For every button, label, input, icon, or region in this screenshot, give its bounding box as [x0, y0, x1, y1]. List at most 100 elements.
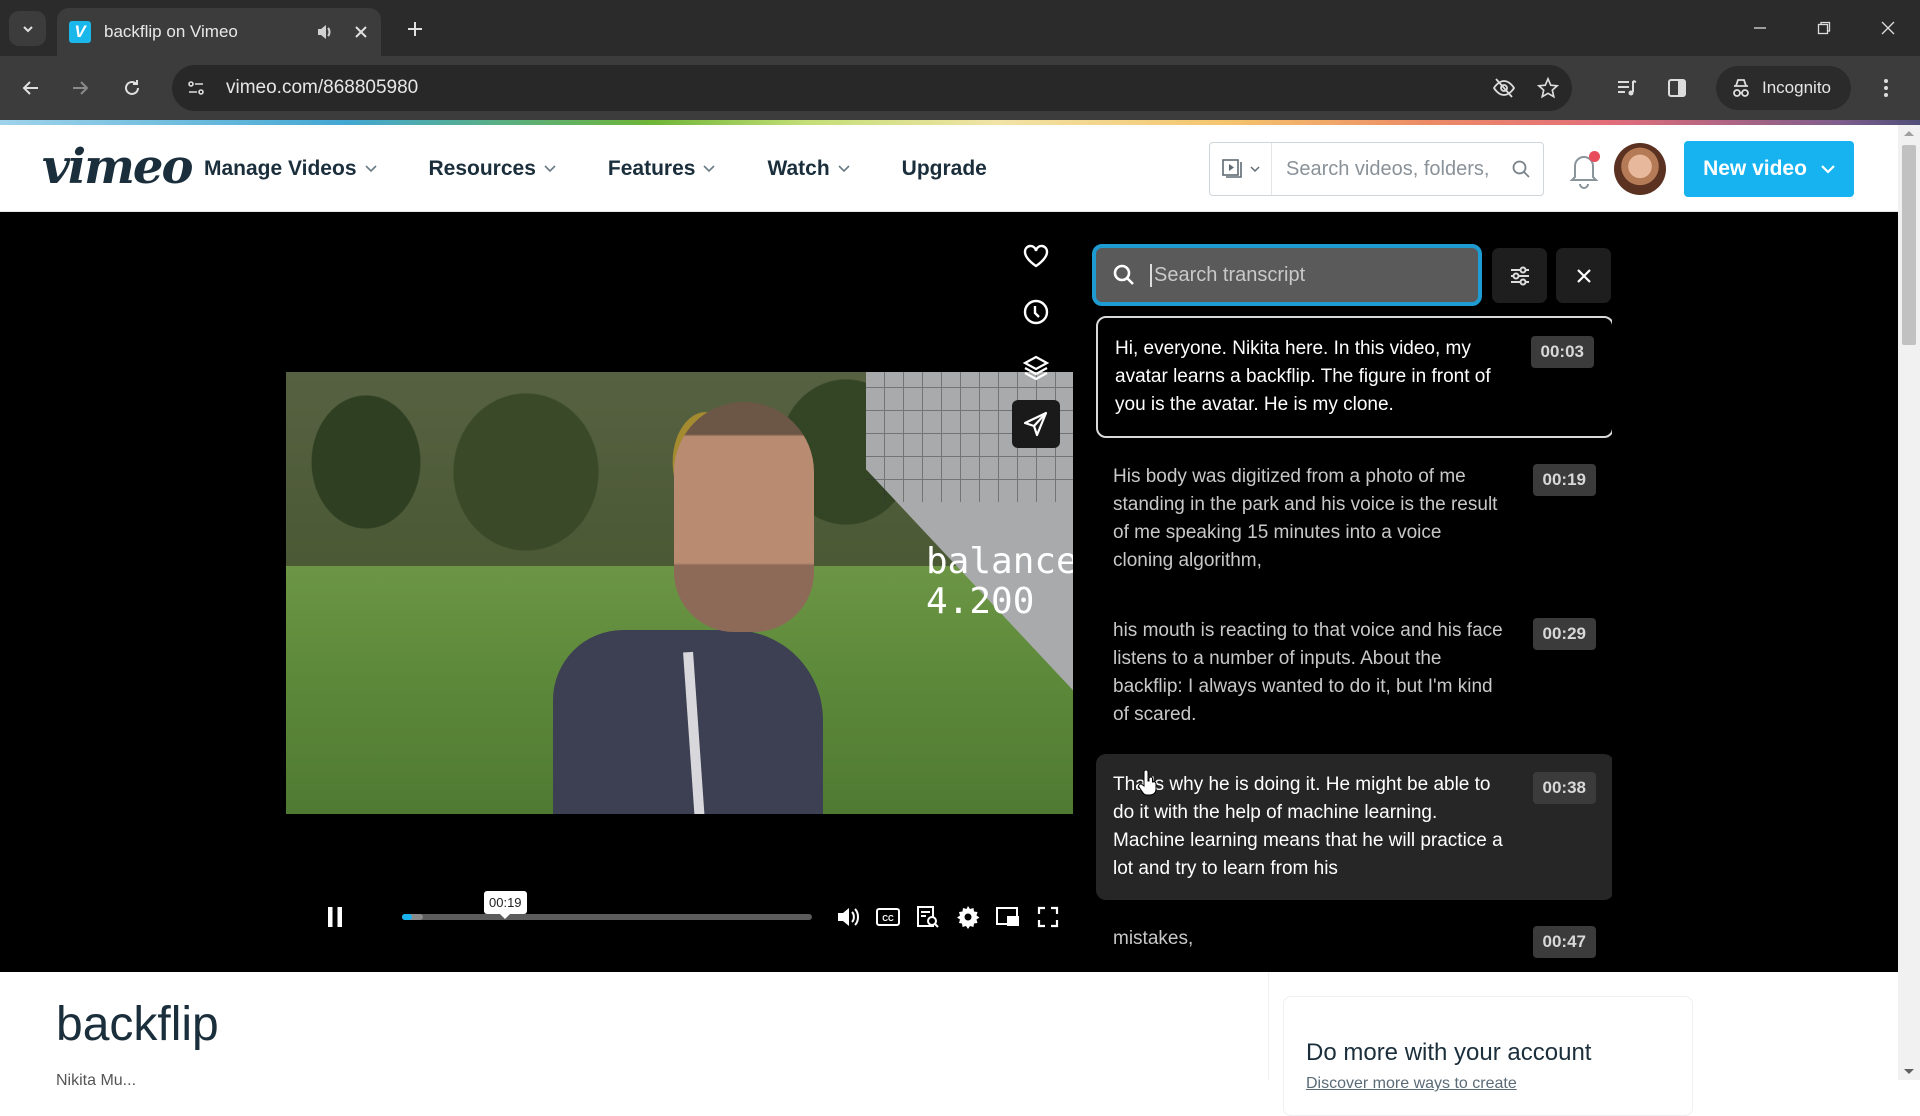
- new-video-label: New video: [1703, 157, 1807, 180]
- notifications-button[interactable]: [1566, 149, 1602, 189]
- search-type-dropdown[interactable]: [1210, 143, 1272, 195]
- browser-tab[interactable]: V backflip on Vimeo: [57, 8, 381, 56]
- page-scrollbar[interactable]: [1898, 125, 1920, 1080]
- scrollbar-thumb[interactable]: [1902, 145, 1916, 345]
- collections-button[interactable]: [1012, 344, 1060, 392]
- transcript-item[interactable]: His body was digitized from a photo of m…: [1096, 446, 1612, 592]
- account-promo-card: Do more with your account Discover more …: [1283, 996, 1693, 1116]
- nav-resources[interactable]: Resources: [429, 157, 556, 181]
- close-icon[interactable]: [353, 24, 369, 40]
- paper-plane-icon: [1023, 411, 1048, 437]
- like-button[interactable]: [1012, 232, 1060, 280]
- media-controls-button[interactable]: [1605, 66, 1649, 110]
- video-search[interactable]: Search videos, folders,: [1209, 142, 1544, 196]
- details-sidebar: Do more with your account Discover more …: [1268, 972, 1898, 1116]
- nav-features[interactable]: Features: [608, 157, 716, 181]
- nav-label: Upgrade: [901, 156, 987, 180]
- watch-later-button[interactable]: [1012, 288, 1060, 336]
- promo-title: Do more with your account: [1306, 1039, 1592, 1066]
- reload-icon: [125, 80, 139, 95]
- captions-button[interactable]: CC: [868, 900, 908, 934]
- clock-icon: [1023, 299, 1049, 325]
- player-controls: 00:19 CC: [310, 891, 1060, 942]
- search-button[interactable]: [1499, 159, 1543, 179]
- video-library-icon: [1222, 159, 1242, 178]
- transcript-timestamp[interactable]: 00:19: [1532, 464, 1596, 496]
- volume-button[interactable]: [828, 900, 868, 934]
- transcript-timestamp[interactable]: 00:03: [1530, 336, 1594, 368]
- transcript-item[interactable]: his mouth is reacting to that voice and …: [1096, 600, 1612, 746]
- media-controls-icon: [1618, 80, 1637, 96]
- balance-overlay: balance 4.200: [926, 542, 1073, 622]
- bookmark-button[interactable]: [1528, 68, 1568, 108]
- transcript-timestamp[interactable]: 00:38: [1532, 772, 1596, 804]
- site-settings-button[interactable]: [178, 70, 214, 106]
- pause-button[interactable]: [320, 902, 350, 932]
- incognito-badge[interactable]: Incognito: [1716, 66, 1851, 110]
- minimize-button[interactable]: [1728, 0, 1792, 56]
- nav-watch[interactable]: Watch: [767, 157, 850, 181]
- video-frame[interactable]: balance 4.200: [286, 372, 1073, 814]
- nav-label: Resources: [428, 156, 536, 180]
- address-bar[interactable]: vimeo.com/868805980: [172, 65, 1572, 111]
- transcript-text: That's why he is doing it. He might be a…: [1113, 774, 1503, 879]
- search-icon: [1113, 264, 1134, 285]
- transcript-timestamp[interactable]: 00:47: [1532, 926, 1596, 958]
- back-button[interactable]: [15, 72, 47, 104]
- url-text[interactable]: vimeo.com/868805980: [226, 77, 1484, 99]
- transcript-close-button[interactable]: [1556, 248, 1611, 303]
- transcript-item[interactable]: Hi, everyone. Nikita here. In this video…: [1096, 316, 1612, 438]
- minimize-icon: [1754, 27, 1766, 29]
- video-byline[interactable]: Nikita Mu...: [56, 1072, 136, 1090]
- progress-bar[interactable]: 00:19: [402, 891, 812, 920]
- transcript-filter-button[interactable]: [1492, 248, 1547, 303]
- transcript-timestamp[interactable]: 00:29: [1532, 618, 1596, 650]
- transcript-item[interactable]: That's why he is doing it. He might be a…: [1096, 754, 1612, 900]
- fullscreen-icon: [1037, 906, 1059, 928]
- restore-button[interactable]: [1792, 0, 1856, 56]
- tab-search-button[interactable]: [9, 11, 46, 46]
- reload-button[interactable]: [116, 72, 148, 104]
- cc-icon: CC: [876, 908, 900, 926]
- picture-in-picture-button[interactable]: [988, 900, 1028, 934]
- scroll-up-arrow-icon[interactable]: [1904, 131, 1914, 136]
- transcript-search-field[interactable]: Search transcript: [1092, 244, 1482, 306]
- transcript-search-input[interactable]: Search transcript: [1150, 263, 1305, 287]
- scroll-down-arrow-icon[interactable]: [1904, 1069, 1914, 1074]
- hover-time-tooltip: 00:19: [484, 891, 527, 919]
- layers-icon: [1022, 355, 1050, 381]
- plus-icon: [408, 22, 422, 36]
- user-avatar[interactable]: [1614, 143, 1666, 195]
- vimeo-logo[interactable]: vimeo: [42, 139, 193, 195]
- pip-icon: [996, 907, 1019, 926]
- player-side-actions: [1012, 232, 1066, 456]
- settings-button[interactable]: [948, 900, 988, 934]
- close-window-button[interactable]: [1856, 0, 1920, 56]
- svg-text:CC: CC: [882, 914, 894, 923]
- gear-icon: [957, 906, 980, 929]
- heart-icon: [1023, 244, 1049, 268]
- video-search-input[interactable]: Search videos, folders,: [1272, 158, 1499, 181]
- chevron-down-icon: [1250, 165, 1260, 172]
- chevron-down-icon: [838, 164, 850, 172]
- forward-icon: [73, 81, 89, 95]
- side-panel-button[interactable]: [1655, 66, 1699, 110]
- vimeo-favicon-icon: V: [69, 21, 91, 43]
- progress-played: [402, 914, 413, 920]
- transcript-button[interactable]: [908, 900, 948, 934]
- transcript-item[interactable]: mistakes, 00:47: [1096, 908, 1612, 970]
- tracking-protection-button[interactable]: [1484, 68, 1524, 108]
- nav-upgrade[interactable]: Upgrade: [902, 157, 987, 181]
- video-player[interactable]: balance 4.200 00:19 CC Search transcript…: [0, 212, 1898, 972]
- share-button[interactable]: [1012, 400, 1060, 448]
- search-icon: [1512, 160, 1530, 178]
- new-video-button[interactable]: New video: [1684, 141, 1854, 197]
- promo-link[interactable]: Discover more ways to create: [1306, 1075, 1670, 1093]
- browser-menu-button[interactable]: [1864, 66, 1908, 110]
- forward-button[interactable]: [64, 72, 96, 104]
- new-tab-button[interactable]: [400, 14, 430, 44]
- nav-label: Manage Videos: [204, 156, 357, 180]
- fullscreen-button[interactable]: [1028, 900, 1068, 934]
- speaker-icon[interactable]: [315, 22, 335, 42]
- nav-manage-videos[interactable]: Manage Videos: [204, 157, 377, 181]
